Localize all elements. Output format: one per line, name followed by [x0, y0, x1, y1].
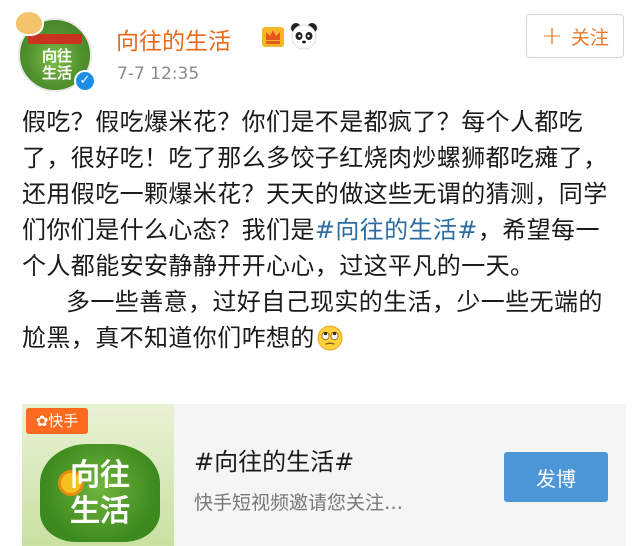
- author-name[interactable]: 向往的生活: [116, 22, 231, 56]
- plus-icon: +: [541, 21, 563, 51]
- post-paragraph-2: 多一些善意，过好自己现实的生活，少一些无端的尬黑，真不知道你们咋想的: [22, 284, 622, 356]
- avatar-banner: [28, 34, 82, 44]
- avatar-logo-text: 向往 生活: [41, 47, 72, 82]
- hashtag-link[interactable]: #向往的生活#: [315, 216, 478, 244]
- card-thumbnail[interactable]: ✿快手 向往 生活: [22, 404, 174, 546]
- post-header: 向往 生活 ✓ 向往的生活 7-7 12:35 + 关注: [0, 0, 640, 98]
- avatar-container[interactable]: 向往 生活 ✓: [14, 10, 100, 92]
- follow-button[interactable]: + 关注: [526, 14, 624, 58]
- post-body: 假吃？假吃爆米花？你们是不是都疯了？每个人都吃了，很好吃！吃了那么多饺子红烧肉炒…: [22, 104, 622, 356]
- kuaishou-tag: ✿快手: [26, 408, 88, 434]
- card-title[interactable]: #向往的生活#: [194, 442, 354, 477]
- cat-mascot-icon: [14, 10, 44, 36]
- paragraph-2-text: 多一些善意，过好自己现实的生活，少一些无端的尬黑，真不知道你们咋想的: [22, 288, 603, 352]
- follow-label: 关注: [570, 26, 609, 49]
- kuaishou-logo-icon: ✿: [35, 412, 49, 430]
- panda-emoji-icon: [291, 23, 317, 50]
- verified-badge-icon: ✓: [74, 70, 96, 92]
- eye-roll-emoji-icon: [317, 325, 343, 351]
- publish-button[interactable]: 发博: [504, 452, 608, 502]
- post-timestamp: 7-7 12:35: [117, 64, 200, 84]
- post-paragraph-1: 假吃？假吃爆米花？你们是不是都疯了？每个人都吃了，很好吃！吃了那么多饺子红烧肉炒…: [22, 104, 622, 284]
- share-card[interactable]: ✿快手 向往 生活 #向往的生活# 快手短视频邀请您关注… 发博: [22, 404, 626, 546]
- card-subtitle: 快手短视频邀请您关注…: [194, 492, 404, 514]
- kuaishou-tag-label: 快手: [48, 412, 79, 430]
- show-logo-text: 向往 生活: [70, 458, 130, 529]
- crown-badge-icon: [262, 27, 284, 47]
